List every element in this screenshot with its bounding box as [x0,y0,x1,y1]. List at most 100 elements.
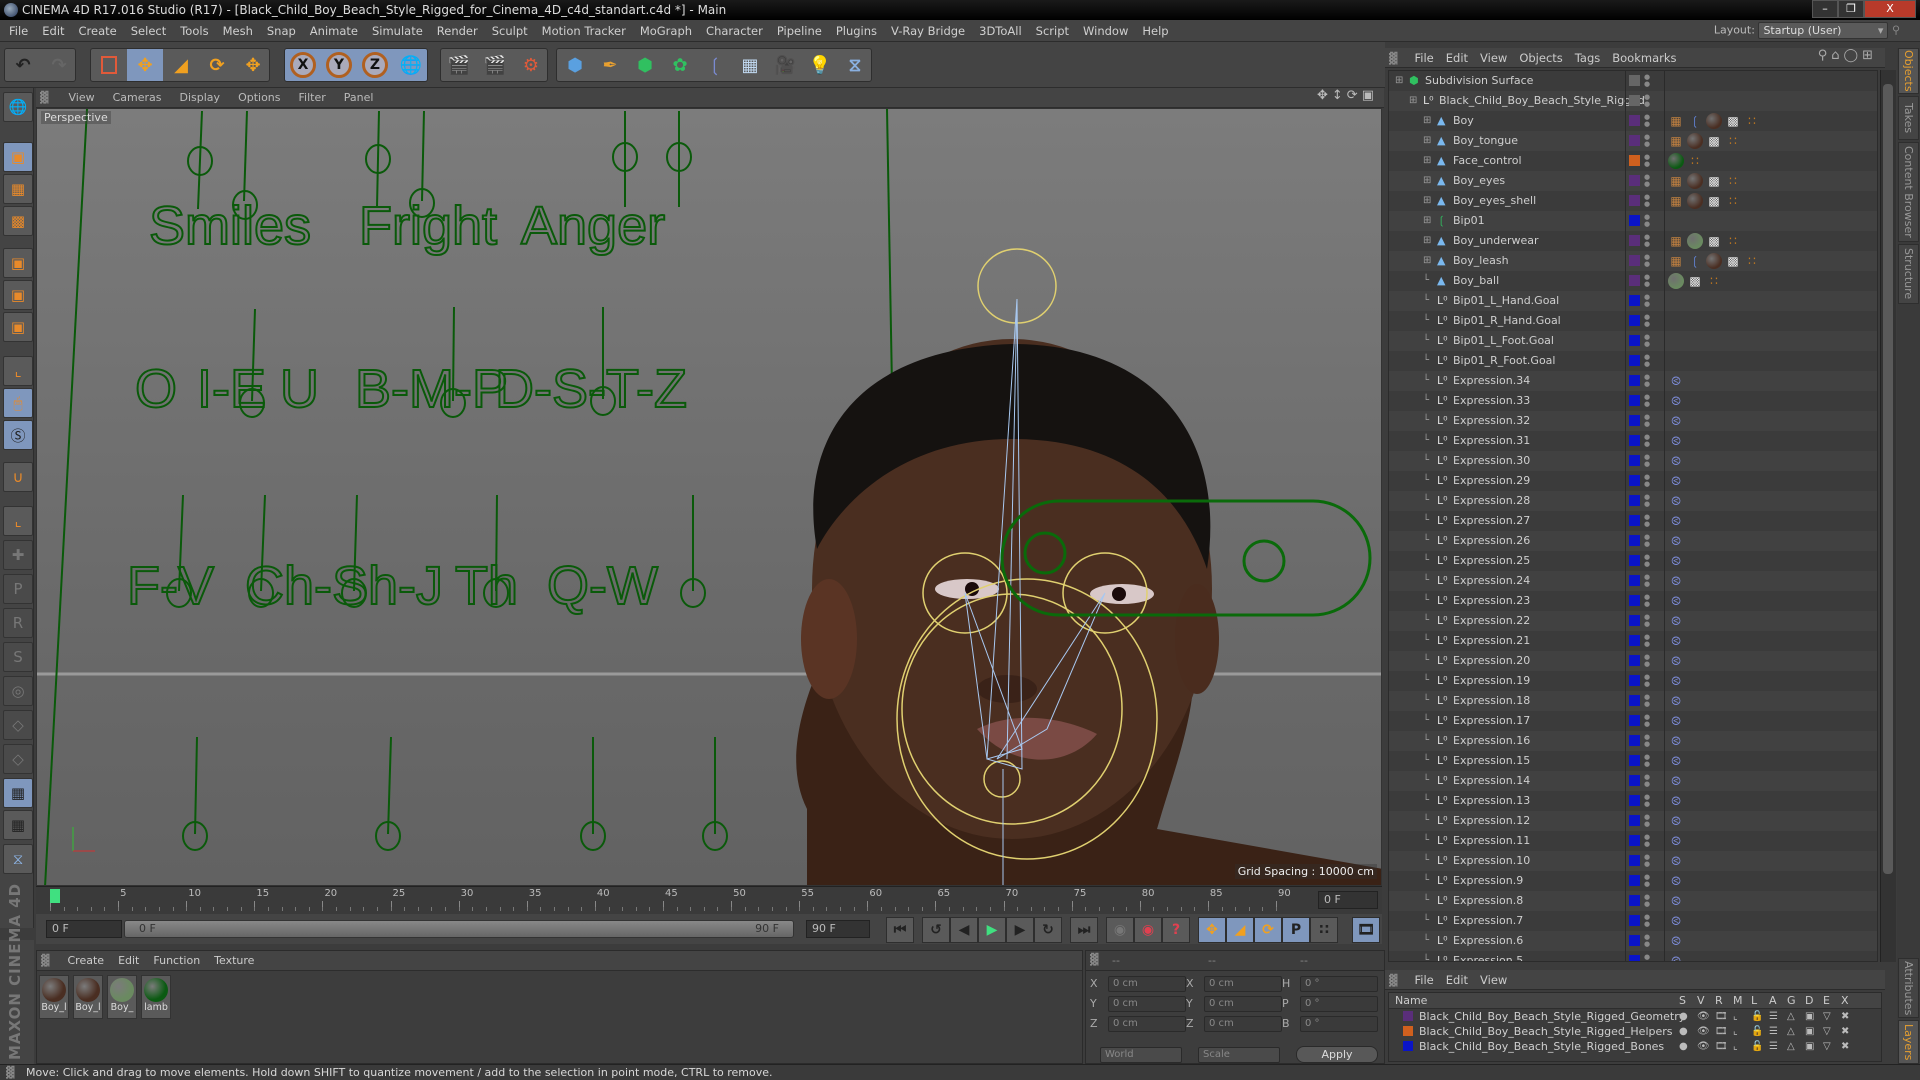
record-active-icon[interactable]: ◉ [1106,917,1134,943]
xpresso-tag-icon[interactable]: ⧀ [1668,553,1684,569]
expand-toggle-icon[interactable]: └ [1423,691,1429,711]
xpresso-tag-icon[interactable]: ⧀ [1668,853,1684,869]
layer-color-swatch[interactable] [1629,675,1640,686]
make-editable-icon[interactable]: 🌐 [3,92,33,122]
uv-tag-icon[interactable]: ▩ [1725,253,1741,269]
object-menu-view[interactable]: View [1474,48,1513,68]
x-axis-lock[interactable]: X [285,49,321,81]
menu-pipeline[interactable]: Pipeline [770,20,829,42]
layer-color-swatch[interactable] [1629,895,1640,906]
material-menu-texture[interactable]: Texture [207,951,261,971]
xpresso-tag-icon[interactable]: ⧀ [1668,433,1684,449]
object-row[interactable]: └ L⁰ Expression.27 ● ● ⧀ [1389,511,1877,531]
object-name[interactable]: Expression.12 [1453,811,1530,831]
object-row[interactable]: ⊞ L⁰ Black_Child_Boy_Beach_Style_Rigged ● ● [1389,91,1877,111]
object-name[interactable]: Expression.7 [1453,911,1523,931]
expand-toggle-icon[interactable]: ⊞ [1395,71,1403,91]
layer-column-s[interactable]: S [1679,994,1686,1007]
object-name[interactable]: Expression.6 [1453,931,1523,951]
uv-tag-icon[interactable]: ▩ [1706,133,1722,149]
layer-toggle-m[interactable]: ⌞ [1733,1024,1738,1039]
layer-toggle-e[interactable]: ▽ [1823,1024,1831,1039]
layer-color-swatch[interactable] [1629,575,1640,586]
visibility-dots[interactable]: ●● [1644,374,1650,388]
object-name[interactable]: Expression.26 [1453,531,1530,551]
prev-frame-icon[interactable]: ◀ [950,917,978,943]
layer-row[interactable]: Black_Child_Boy_Beach_Style_Rigged_Geome… [1389,1009,1881,1024]
apply-button[interactable]: Apply [1296,1046,1378,1063]
deformer-icon[interactable]: ❲ [697,49,733,81]
layer-color-swatch[interactable] [1629,135,1640,146]
expand-toggle-icon[interactable]: └ [1423,591,1429,611]
timeline-ruler[interactable]: 051015202530354045505560657075808590 0 F [36,886,1382,914]
object-name[interactable]: Expression.10 [1453,851,1530,871]
workplane-icon[interactable]: ⌞ [3,506,33,536]
layer-toggle-s[interactable]: ● [1679,1024,1688,1039]
visibility-dots[interactable]: ●● [1644,714,1650,728]
layer-color-swatch[interactable] [1629,935,1640,946]
menu-3dtoall[interactable]: 3DToAll [972,20,1029,42]
rot-h-field[interactable]: 0 ° [1300,976,1378,992]
tab-content-browser[interactable]: Content Browser [1898,142,1919,242]
layer-toggle-v[interactable]: 👁 [1697,1039,1710,1054]
edges-mode-icon[interactable]: ▣ [3,280,33,310]
object-name[interactable]: Expression.11 [1453,831,1530,851]
visibility-dots[interactable]: ●● [1644,554,1650,568]
xpresso-tag-icon[interactable]: ⧀ [1668,473,1684,489]
texture-mode-icon[interactable]: ▦ [3,174,33,204]
key-param-toggle[interactable]: P [1282,917,1310,943]
layer-color-swatch[interactable] [1629,115,1640,126]
pos-y-field[interactable]: 0 cm [1108,996,1186,1012]
visibility-dots[interactable]: ●● [1644,434,1650,448]
axis-mode-icon[interactable]: ⌞ [3,356,33,386]
object-name[interactable]: Expression.18 [1453,691,1530,711]
object-row[interactable]: ⊞ ▲ Boy_eyes ● ● ▦ ▩ ∷ [1389,171,1877,191]
layer-column-a[interactable]: A [1769,994,1777,1007]
object-row[interactable]: └ L⁰ Expression.12 ● ● ⧀ [1389,811,1877,831]
xpresso-tag-icon[interactable]: ⧀ [1668,793,1684,809]
snap-icon[interactable]: ∪ [3,462,33,492]
xpresso-tag-icon[interactable]: ⧀ [1668,453,1684,469]
size-y-field[interactable]: 0 cm [1204,996,1282,1012]
expand-toggle-icon[interactable]: └ [1423,511,1429,531]
layer-color-swatch[interactable] [1403,1026,1413,1036]
minimize-button[interactable]: – [1812,0,1838,18]
goto-end-icon[interactable]: ⏭ [1070,917,1098,943]
subdivision-icon[interactable]: ⬢ [627,49,663,81]
layer-name[interactable]: Black_Child_Boy_Beach_Style_Rigged_Geome… [1419,1009,1685,1024]
object-name[interactable]: Boy_eyes [1453,171,1505,191]
material-swatch[interactable]: lamb [141,975,171,1019]
coord-type-dropdown[interactable]: Scale [1198,1047,1280,1063]
layer-toggle-e[interactable]: ▽ [1823,1009,1831,1024]
object-row[interactable]: ⊞ ▲ Boy_eyes_shell ● ● ▦ ▩ ∷ [1389,191,1877,211]
mat-skin-tag-icon[interactable] [1706,253,1722,269]
layout-dropdown[interactable]: Startup (User) [1758,22,1889,39]
key-rotation-toggle[interactable]: ⟳ [1254,917,1282,943]
expand-toggle-icon[interactable]: └ [1423,371,1429,391]
object-menu-objects[interactable]: Objects [1513,48,1568,68]
mat-skin-tag-icon[interactable] [1687,173,1703,189]
expand-toggle-icon[interactable]: └ [1423,671,1429,691]
layer-color-swatch[interactable] [1629,515,1640,526]
xpresso-tag-icon[interactable]: ⧀ [1668,673,1684,689]
visibility-dots[interactable]: ●● [1644,214,1650,228]
layer-toggle-g[interactable]: △ [1787,1024,1795,1039]
end-frame-field[interactable]: 90 F [806,920,870,938]
menu-select[interactable]: Select [124,20,173,42]
weight-tag-icon[interactable]: ▦ [1668,233,1684,249]
layer-color-swatch[interactable] [1629,655,1640,666]
expand-toggle-icon[interactable]: ⊞ [1423,151,1431,171]
menu-file[interactable]: File [2,20,35,42]
object-name[interactable]: Expression.5 [1453,951,1523,961]
playhead[interactable] [50,889,60,903]
visibility-dots[interactable]: ●● [1644,734,1650,748]
object-name[interactable]: Expression.14 [1453,771,1530,791]
menu-plugins[interactable]: Plugins [829,20,884,42]
new-window-icon[interactable]: ⊞ [1862,48,1877,63]
material-menu-edit[interactable]: Edit [111,951,146,971]
polygons-mode-icon[interactable]: ▣ [3,312,33,342]
expand-toggle-icon[interactable]: ⊞ [1423,111,1431,131]
layer-color-swatch[interactable] [1629,415,1640,426]
menu-character[interactable]: Character [699,20,770,42]
xpresso-tag-icon[interactable]: ⧀ [1668,933,1684,949]
